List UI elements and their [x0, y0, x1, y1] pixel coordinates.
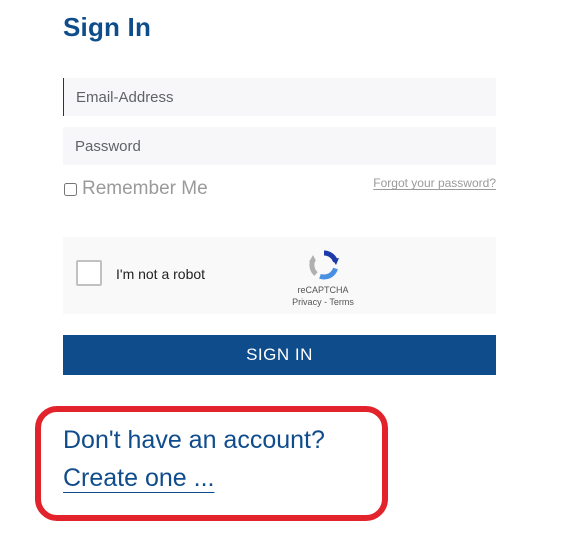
recaptcha-checkbox[interactable]: [76, 260, 102, 286]
password-field[interactable]: [63, 127, 496, 165]
sign-in-button[interactable]: SIGN IN: [63, 335, 496, 375]
remember-me-checkbox[interactable]: [64, 182, 77, 196]
page-title: Sign In: [63, 12, 152, 42]
recaptcha-links: Privacy - Terms: [263, 297, 383, 307]
recaptcha-privacy-link[interactable]: Privacy: [292, 297, 322, 307]
no-account-prompt: Don't have an account?: [63, 426, 325, 454]
remember-me-label: Remember Me: [82, 178, 208, 199]
recaptcha-terms-link[interactable]: Terms: [329, 297, 354, 307]
recaptcha-widget: I'm not a robot reCAPTCHA Privacy - Term…: [63, 237, 496, 314]
create-account-link[interactable]: Create one ...: [63, 464, 214, 493]
forgot-password-link[interactable]: Forgot your password?: [373, 176, 496, 190]
sign-in-page: Sign In Remember Me Forgot your password…: [0, 0, 572, 553]
email-field[interactable]: [63, 78, 496, 116]
recaptcha-logo-icon: [309, 250, 339, 280]
recaptcha-label: I'm not a robot: [116, 266, 206, 282]
remember-me-row[interactable]: Remember Me: [63, 178, 208, 200]
signup-callout: Don't have an account? Create one ...: [35, 406, 388, 521]
recaptcha-brand: reCAPTCHA: [297, 285, 349, 295]
